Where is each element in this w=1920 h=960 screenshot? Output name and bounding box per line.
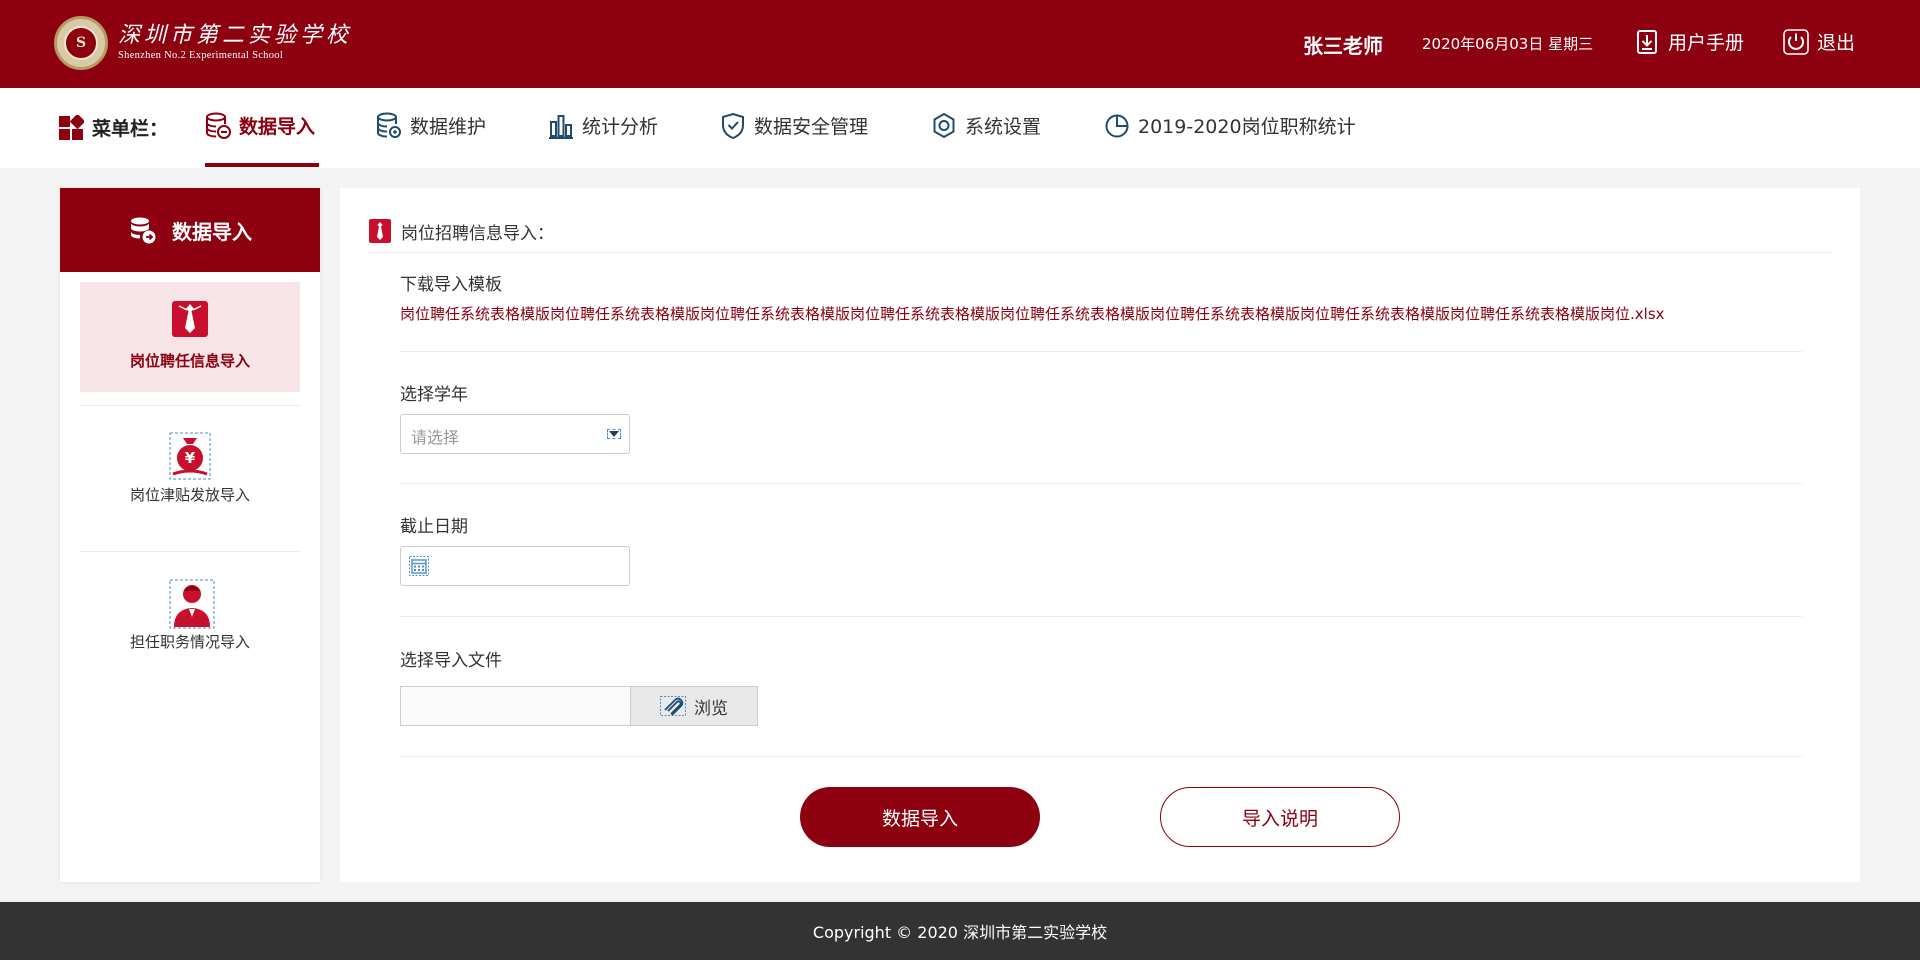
user-manual-label: 用户手册 <box>1668 32 1745 54</box>
user-manual-link[interactable]: 用户手册 <box>1634 28 1744 55</box>
tab-system-settings[interactable]: 系统设置 <box>931 112 1041 168</box>
tab-data-security[interactable]: 数据安全管理 <box>720 112 868 168</box>
tab-label: 系统设置 <box>965 116 1042 138</box>
current-date: 2020年06月03日 星期三 <box>1422 35 1594 53</box>
school-name-cn: 深圳市第二实验学校 <box>118 23 353 48</box>
download-template-label: 下载导入模板 <box>400 275 502 295</box>
sidebar: 数据导入 岗位聘任信息导入 ¥ 岗位津贴发放导入 担任职务情况导入 <box>60 188 320 882</box>
database-settings-icon <box>376 112 402 140</box>
school-logo[interactable]: S 深圳市第二实验学校 Shenzhen No.2 Experimental S… <box>54 16 352 70</box>
menu-label: 菜单栏： <box>58 113 168 141</box>
divider <box>80 405 300 406</box>
shield-icon <box>720 112 746 140</box>
tab-data-import[interactable]: 数据导入 <box>205 112 315 168</box>
paperclip-icon <box>660 696 686 716</box>
sidebar-item-position-import[interactable]: 担任职务情况导入 <box>80 579 300 689</box>
section-title-text: 岗位招聘信息导入： <box>401 223 554 244</box>
footer: Copyright © 2020 深圳市第二实验学校 <box>0 902 1920 960</box>
grid-icon <box>58 113 86 141</box>
tab-title-statistics[interactable]: 2019-2020岗位职称统计 <box>1104 112 1356 168</box>
pie-chart-icon <box>1104 112 1130 140</box>
tab-label: 统计分析 <box>582 116 659 138</box>
gear-icon <box>931 112 957 140</box>
svg-text:¥: ¥ <box>185 449 196 467</box>
sidebar-item-label: 担任职务情况导入 <box>129 633 250 651</box>
sidebar-item-allowance-import[interactable]: ¥ 岗位津贴发放导入 <box>80 432 300 542</box>
divider <box>400 756 1802 757</box>
sidebar-item-label: 岗位津贴发放导入 <box>129 486 250 504</box>
sidebar-title: 数据导入 <box>172 219 252 244</box>
school-seal-icon: S <box>54 16 108 70</box>
divider <box>80 551 300 552</box>
browse-button[interactable]: 浏览 <box>630 686 758 726</box>
divider <box>368 252 1832 253</box>
tab-data-maintenance[interactable]: 数据维护 <box>376 112 486 168</box>
copyright-text: Copyright © 2020 深圳市第二实验学校 <box>812 923 1108 942</box>
sidebar-item-label: 岗位聘任信息导入 <box>129 352 250 370</box>
tab-label: 数据安全管理 <box>754 116 869 138</box>
user-name: 张三老师 <box>1303 34 1383 58</box>
tab-label: 2019-2020岗位职称统计 <box>1138 116 1356 138</box>
file-path-input[interactable] <box>400 686 631 726</box>
bar-chart-icon <box>548 112 574 140</box>
divider <box>400 483 1802 484</box>
file-label: 选择导入文件 <box>400 651 502 671</box>
person-icon <box>169 579 215 629</box>
import-help-button[interactable]: 导入说明 <box>1160 787 1400 847</box>
logout-label: 退出 <box>1817 32 1856 54</box>
sidebar-header: 数据导入 <box>60 188 320 272</box>
data-import-button[interactable]: 数据导入 <box>800 787 1040 847</box>
logout-button[interactable]: 退出 <box>1783 28 1855 55</box>
chevron-down-icon <box>607 429 621 439</box>
deadline-date-input[interactable] <box>400 546 630 586</box>
school-name-en: Shenzhen No.2 Experimental School <box>118 50 284 61</box>
browse-label: 浏览 <box>694 698 728 719</box>
power-icon <box>1783 28 1809 55</box>
money-bag-icon: ¥ <box>169 432 211 480</box>
sidebar-item-appointment-import[interactable]: 岗位聘任信息导入 <box>80 282 300 392</box>
menu-bar: 菜单栏： 数据导入 数据维护 统计分析 数据安全管理 系统设置 2019-202… <box>0 88 1920 168</box>
main-panel: 岗位招聘信息导入： 下载导入模板 岗位聘任系统表格模版岗位聘任系统表格模版岗位聘… <box>340 188 1860 882</box>
deadline-label: 截止日期 <box>400 517 468 537</box>
year-select[interactable]: 请选择 <box>400 414 630 454</box>
year-label: 选择学年 <box>400 385 468 405</box>
tab-statistics[interactable]: 统计分析 <box>548 112 658 168</box>
calendar-icon <box>409 556 429 576</box>
tie-icon <box>169 298 211 340</box>
divider <box>400 351 1802 352</box>
database-import-icon <box>205 112 231 140</box>
tab-label: 数据维护 <box>410 116 487 138</box>
top-header: S 深圳市第二实验学校 Shenzhen No.2 Experimental S… <box>0 0 1920 88</box>
section-title: 岗位招聘信息导入： <box>368 218 554 244</box>
year-select-placeholder: 请选择 <box>411 428 460 447</box>
download-icon <box>1634 29 1660 55</box>
active-tab-indicator <box>205 163 319 167</box>
database-import-icon <box>128 215 158 245</box>
divider <box>400 616 1802 617</box>
tie-icon <box>368 218 392 244</box>
tab-label: 数据导入 <box>239 116 316 138</box>
template-download-link[interactable]: 岗位聘任系统表格模版岗位聘任系统表格模版岗位聘任系统表格模版岗位聘任系统表格模版… <box>400 303 1665 324</box>
